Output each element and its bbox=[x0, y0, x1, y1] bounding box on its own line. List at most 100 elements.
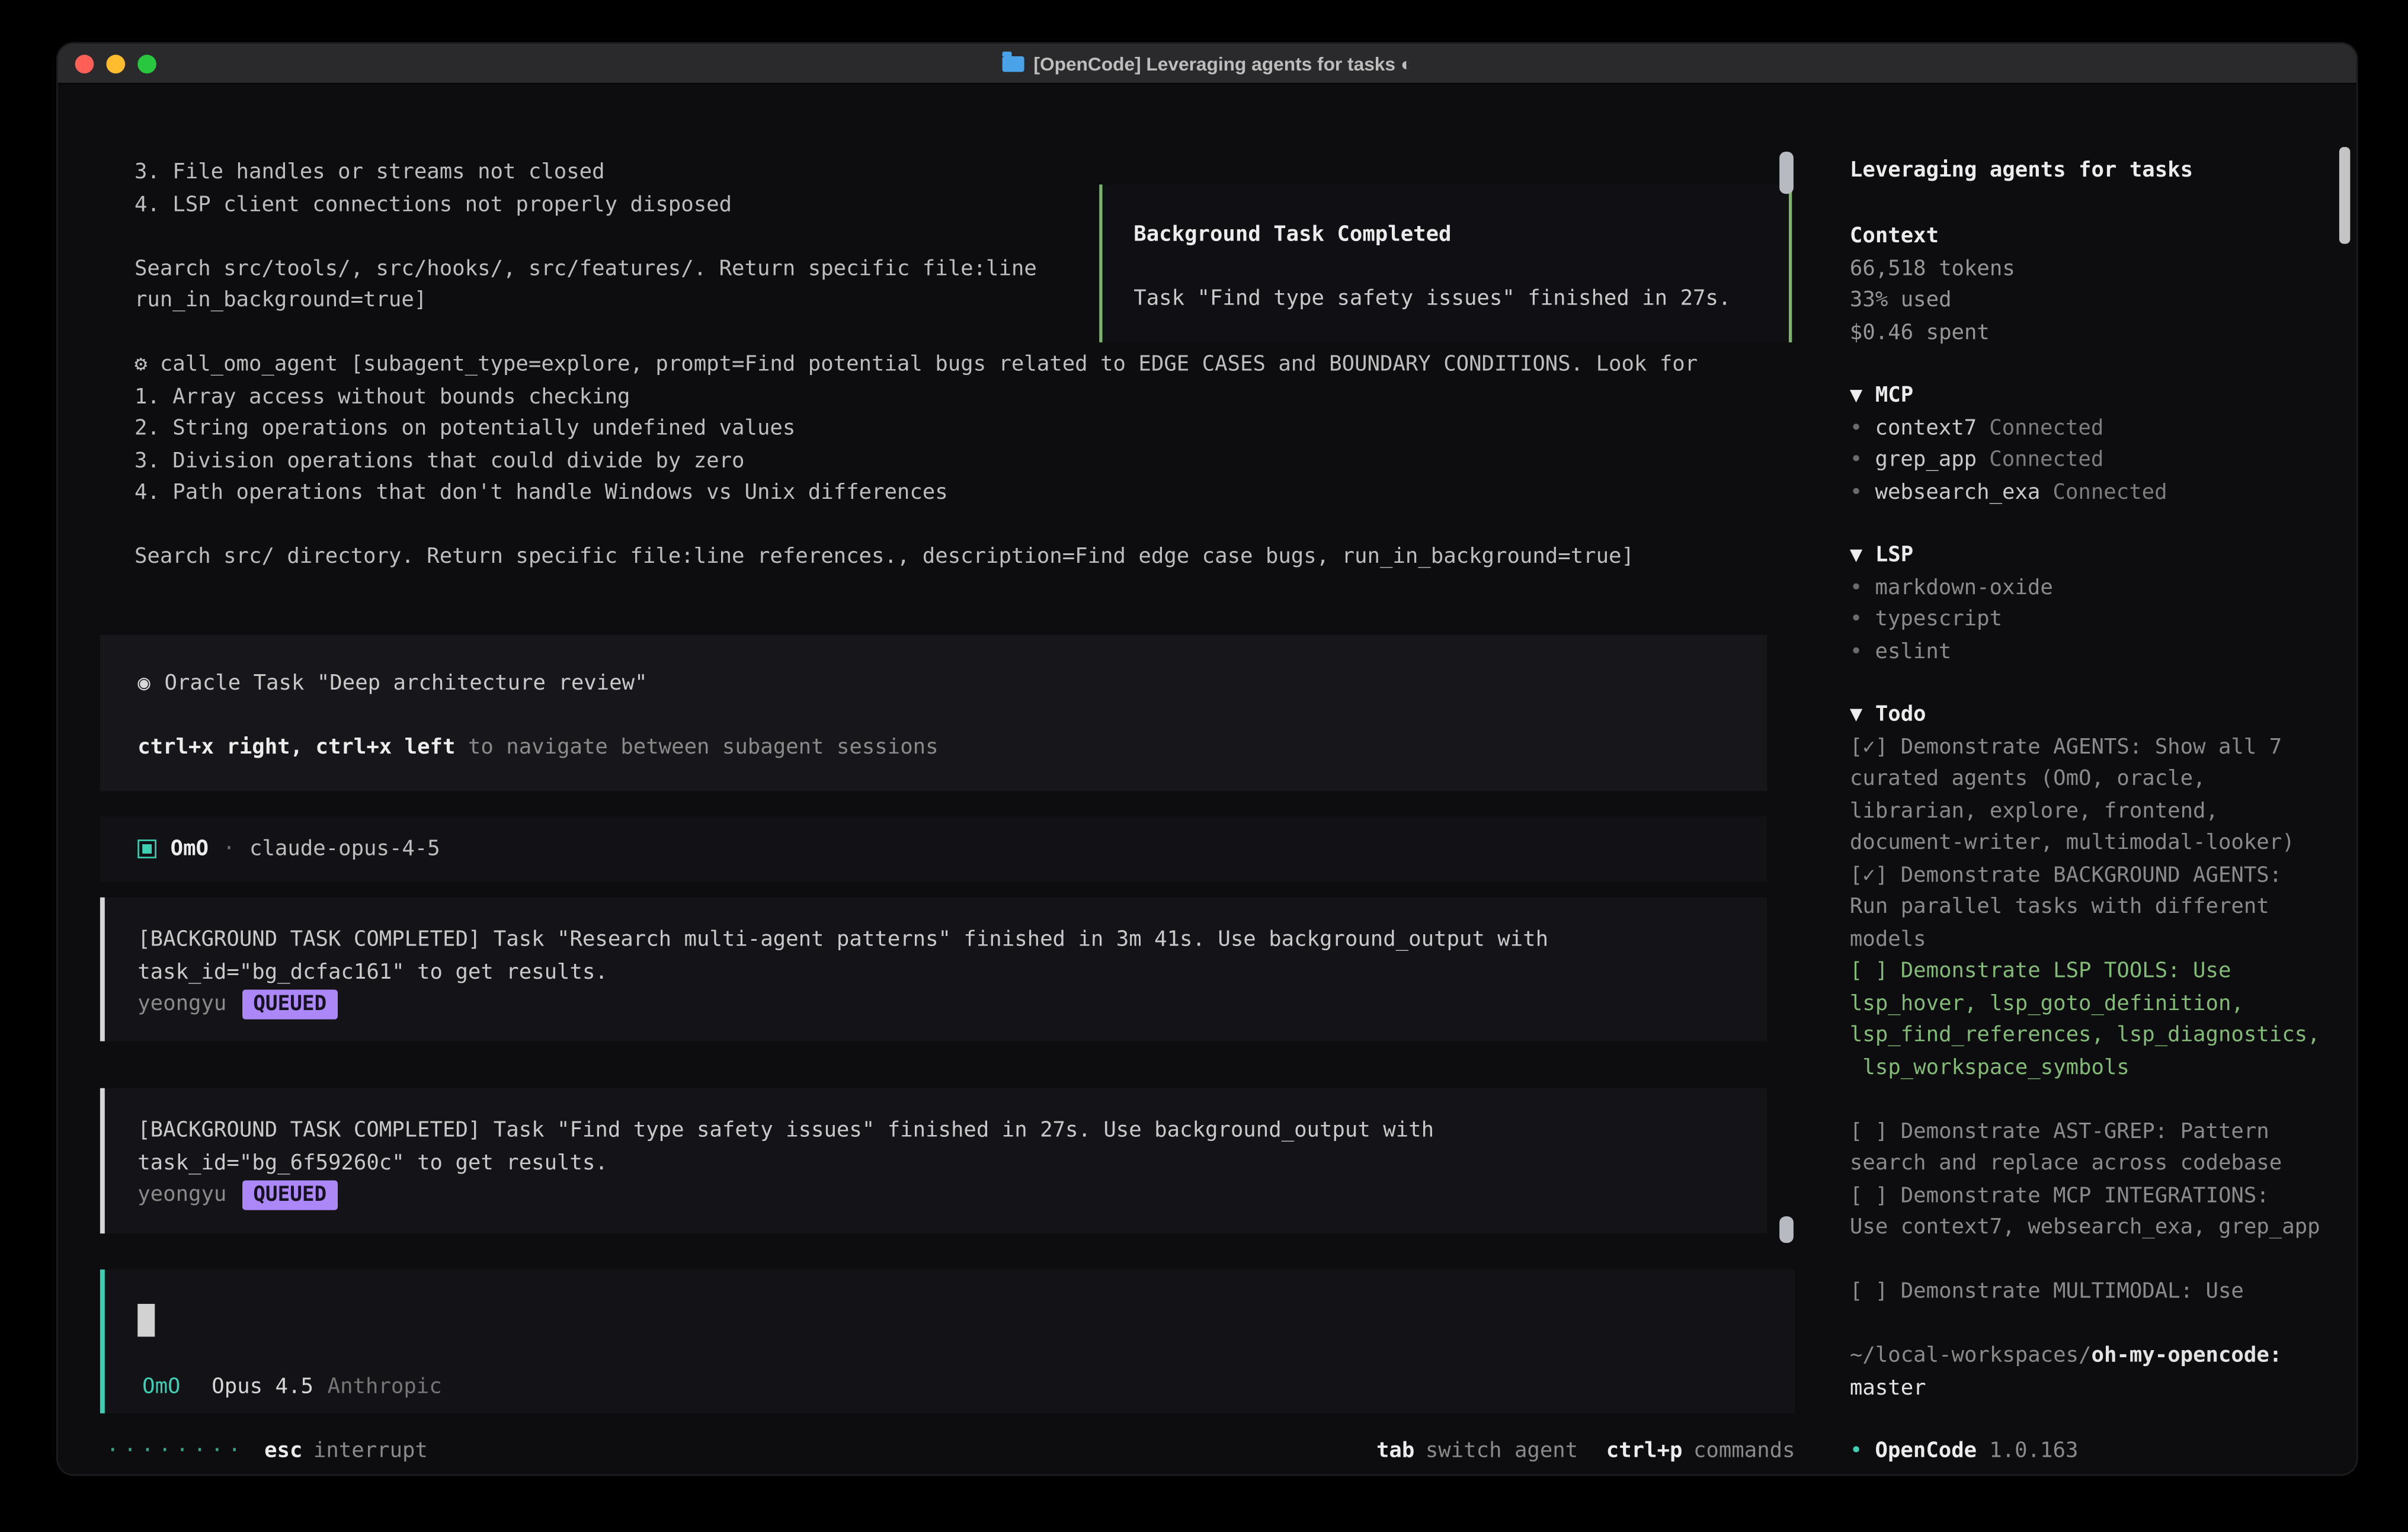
workspace-branch: master bbox=[1850, 1375, 1926, 1400]
agent-session-header[interactable]: OmO · claude-opus-4-5 bbox=[100, 816, 1767, 882]
status-badge: QUEUED bbox=[242, 1180, 338, 1210]
context-section: Context 66,518 tokens 33% used $0.46 spe… bbox=[1850, 220, 2347, 348]
toast-title: Background Task Completed bbox=[1133, 219, 1789, 251]
tab-key-hint: tab bbox=[1376, 1438, 1414, 1463]
lsp-name: eslint bbox=[1875, 639, 1952, 664]
bullet-icon: • bbox=[1850, 415, 1862, 440]
message-text-line: task_id="bg_6f59260c" to get results. bbox=[137, 1147, 1767, 1179]
todo-item-pending: [ ] Demonstrate MCP INTEGRATIONS: Use co… bbox=[1850, 1180, 2347, 1243]
oracle-task-title: Oracle Task "Deep architecture review" bbox=[164, 671, 647, 696]
bullet-icon: • bbox=[1850, 575, 1862, 600]
mcp-item: • websearch_exa Connected bbox=[1850, 476, 2347, 508]
todo-item-pending: [ ] Demonstrate MULTIMODAL: Use bbox=[1850, 1275, 2347, 1307]
ctrlp-key-label: commands bbox=[1693, 1438, 1795, 1463]
input-model-name[interactable]: Opus 4.5 bbox=[212, 1373, 313, 1398]
workspace-path: ~/local-workspaces/oh-my-opencode: maste… bbox=[1850, 1340, 2347, 1404]
fullscreen-button[interactable] bbox=[137, 55, 156, 73]
spinner-dots: ········ bbox=[106, 1438, 245, 1463]
input-meta: OmOOpus 4.5Anthropic bbox=[142, 1370, 442, 1402]
mcp-name: grep_app bbox=[1875, 447, 1977, 472]
esc-key-hint: esc bbox=[264, 1438, 302, 1463]
mcp-status: Connected bbox=[2053, 479, 2167, 504]
lsp-item: • markdown-oxide bbox=[1850, 572, 2347, 604]
lsp-header[interactable]: ▼ LSP bbox=[1850, 539, 2347, 571]
bullet-icon: • bbox=[1850, 447, 1862, 472]
workspace-repo: oh-my-opencode: bbox=[2091, 1343, 2282, 1368]
sidebar-scrollbar-thumb[interactable] bbox=[2339, 147, 2350, 244]
scrollbar-thumb-top[interactable] bbox=[1779, 152, 1794, 194]
mcp-header[interactable]: ▼ MCP bbox=[1850, 380, 2347, 412]
input-agent-name[interactable]: OmO bbox=[142, 1373, 180, 1398]
bullet-icon: • bbox=[1850, 607, 1862, 632]
mcp-name: context7 bbox=[1875, 415, 1977, 440]
context-spent: $0.46 spent bbox=[1850, 316, 2347, 348]
spinner-icon: ◉ bbox=[137, 671, 150, 696]
app-version: 1.0.163 bbox=[1989, 1438, 2078, 1463]
todo-item-done: [✓] Demonstrate BACKGROUND AGENTS: Run p… bbox=[1850, 859, 2347, 955]
ctrlp-key-hint: ctrl+p bbox=[1606, 1438, 1683, 1463]
title-wrap: [OpenCode] Leveraging agents for tasks ◐ bbox=[1003, 52, 1412, 74]
todo-item-pending: [ ] Demonstrate AST-GREP: Pattern search… bbox=[1850, 1116, 2347, 1180]
lsp-item: • eslint bbox=[1850, 636, 2347, 668]
scrollbar-thumb-bottom[interactable] bbox=[1779, 1216, 1794, 1243]
workspace-dir: ~/local-workspaces/ bbox=[1850, 1343, 2092, 1368]
statusbar-right: tab switch agent ctrl+p commands bbox=[1376, 1435, 1795, 1467]
context-header: Context bbox=[1850, 220, 2347, 252]
close-button[interactable] bbox=[75, 55, 94, 73]
mcp-item: • grep_app Connected bbox=[1850, 444, 2347, 476]
todo-header[interactable]: ▼ Todo bbox=[1850, 699, 2347, 731]
background-task-message-1: [BACKGROUND TASK COMPLETED] Task "Resear… bbox=[100, 898, 1767, 1041]
oracle-task-panel: ◉Oracle Task "Deep architecture review" … bbox=[100, 634, 1767, 791]
lsp-item: • typescript bbox=[1850, 604, 2347, 636]
mcp-section: ▼ MCP • context7 Connected • grep_app Connec… bbox=[1850, 380, 2347, 508]
navigation-hint: ctrl+x right, ctrl+x left to navigate be… bbox=[137, 732, 1730, 764]
message-meta: yeongyu QUEUED bbox=[137, 1179, 1767, 1211]
message-text-line: task_id="bg_dcfac161" to get results. bbox=[137, 956, 1767, 988]
text-cursor bbox=[137, 1304, 155, 1337]
minimize-button[interactable] bbox=[106, 55, 125, 73]
background-task-message-2: [BACKGROUND TASK COMPLETED] Task "Find t… bbox=[100, 1088, 1767, 1233]
session-title: Leveraging agents for tasks bbox=[1850, 155, 2193, 187]
chat-pane: 3. File handles or streams not closed 4.… bbox=[58, 85, 1825, 1475]
status-badge: QUEUED bbox=[242, 989, 338, 1019]
oracle-title-line: ◉ Oracle Task "Deep architecture review" bbox=[137, 668, 1730, 700]
hint-keys: ctrl+x right, ctrl+x left bbox=[137, 735, 455, 759]
todo-item-done: [✓] Demonstrate AGENTS: Show all 7 curat… bbox=[1850, 731, 2347, 859]
message-text-line: [BACKGROUND TASK COMPLETED] Task "Resear… bbox=[137, 924, 1767, 956]
bullet-icon: • bbox=[1850, 1438, 1862, 1463]
sidebar: Leveraging agents for tasks Context 66,5… bbox=[1825, 85, 2356, 1475]
titlebar[interactable]: [OpenCode] Leveraging agents for tasks ◐ bbox=[58, 44, 2356, 85]
prompt-input[interactable]: OmOOpus 4.5Anthropic bbox=[100, 1270, 1795, 1414]
mcp-item: •context7Connected bbox=[1850, 412, 2347, 444]
agent-name: OmO bbox=[171, 836, 209, 861]
opencode-version-line: • OpenCode 1.0.163 bbox=[1850, 1435, 2347, 1467]
toast-body: Task "Find type safety issues" finished … bbox=[1133, 283, 1789, 315]
todo-section: ▼ Todo [✓] Demonstrate AGENTS: Show all … bbox=[1850, 699, 2347, 1308]
toast-notification[interactable]: Background Task Completed Task "Find typ… bbox=[1099, 184, 1792, 342]
todo-item-active: [ ] Demonstrate LSP TOOLS: Use lsp_hover… bbox=[1850, 955, 2347, 1083]
window-title: [OpenCode] Leveraging agents for tasks ◐ bbox=[1033, 52, 1412, 74]
statusbar: ········escinterrupt tabswitch agentctrl… bbox=[106, 1435, 1795, 1467]
hint-text: to navigate between subagent sessions bbox=[455, 735, 938, 759]
message-text-line: [BACKGROUND TASK COMPLETED] Task "Find t… bbox=[137, 1115, 1767, 1147]
bullet-icon: • bbox=[1850, 639, 1862, 664]
agent-model: claude-opus-4-5 bbox=[249, 836, 440, 861]
bullet-icon: • bbox=[1850, 479, 1862, 504]
lsp-name: markdown-oxide bbox=[1875, 575, 2053, 600]
desktop: [OpenCode] Leveraging agents for tasks ◐… bbox=[0, 0, 2408, 1532]
lsp-name: typescript bbox=[1875, 607, 2003, 632]
message-author: yeongyu bbox=[137, 988, 226, 1020]
opencode-window: [OpenCode] Leveraging agents for tasks ◐… bbox=[58, 44, 2356, 1475]
agent-icon bbox=[137, 839, 156, 858]
context-tokens: 66,518 tokens bbox=[1850, 252, 2347, 284]
statusbar-left: ········escinterrupt bbox=[106, 1435, 428, 1467]
context-used: 33% used bbox=[1850, 284, 2347, 316]
tab-key-label: switch agent bbox=[1426, 1438, 1578, 1463]
folder-icon bbox=[1003, 56, 1024, 71]
separator-dot: · bbox=[223, 836, 235, 861]
mcp-name: websearch_exa bbox=[1875, 479, 2041, 504]
lsp-section: ▼ LSP • markdown-oxide • typescript • eslin… bbox=[1850, 539, 2347, 667]
mcp-status: Connected bbox=[1989, 447, 2103, 472]
app-name: OpenCode bbox=[1875, 1438, 1977, 1463]
message-meta: yeongyu QUEUED bbox=[137, 988, 1767, 1020]
